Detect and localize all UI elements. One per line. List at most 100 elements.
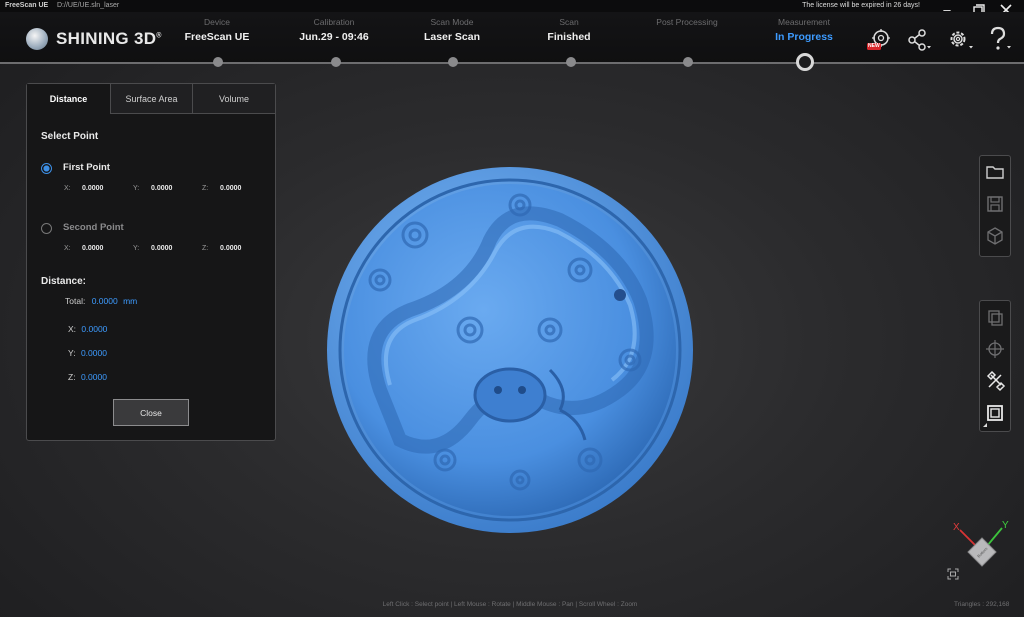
dragon-claw bbox=[614, 289, 626, 301]
step-value: In Progress bbox=[775, 31, 833, 43]
dz-value: 0.0000 bbox=[80, 372, 107, 382]
tab-volume[interactable]: Volume bbox=[192, 84, 275, 114]
step-dot-scan[interactable] bbox=[566, 57, 576, 67]
view-box-icon[interactable] bbox=[981, 399, 1009, 427]
mouse-hint: Left Click : Select point | Left Mouse :… bbox=[382, 601, 638, 608]
coord-label: Z: bbox=[202, 185, 209, 192]
dragon-eye-left bbox=[494, 386, 502, 394]
step-label: Scan bbox=[559, 17, 579, 27]
tools-glyph bbox=[986, 370, 1006, 392]
first-point-x: X: 0.0000 bbox=[64, 185, 103, 192]
distance-total: Total: 0.0000 mm bbox=[65, 296, 137, 306]
dx-value: 0.0000 bbox=[81, 324, 108, 334]
scanned-model-viewport[interactable] bbox=[320, 160, 700, 540]
y-axis-label: Y bbox=[1002, 520, 1009, 531]
gear-icon[interactable] bbox=[946, 26, 974, 54]
step-value: Finished bbox=[547, 31, 591, 43]
measurement-panel: Distance Surface Area Volume Select Poin… bbox=[26, 83, 276, 441]
step-scan[interactable]: Scan Finished bbox=[514, 17, 624, 44]
coord-value: 0.0000 bbox=[151, 185, 173, 192]
cube-glyph bbox=[987, 227, 1003, 245]
copy-view-icon[interactable] bbox=[981, 303, 1009, 331]
dragon-head bbox=[473, 367, 547, 423]
step-label: Device bbox=[204, 17, 230, 27]
coord-value: 0.0000 bbox=[220, 245, 242, 252]
step-label: Calibration bbox=[313, 17, 355, 27]
step-scan-mode[interactable]: Scan Mode Laser Scan bbox=[397, 17, 507, 44]
second-point-radio[interactable] bbox=[41, 223, 52, 234]
triangle-count: Triangles : 292,168 bbox=[954, 601, 1010, 608]
total-unit: mm bbox=[123, 296, 138, 306]
step-dot-calibration[interactable] bbox=[331, 57, 341, 67]
file-path: D://UE/UE.sln_laser bbox=[57, 2, 120, 9]
step-post-processing[interactable]: Post Processing bbox=[632, 17, 742, 30]
workflow-track bbox=[0, 62, 1024, 64]
tab-distance[interactable]: Distance bbox=[27, 84, 110, 114]
step-dot-post-processing[interactable] bbox=[683, 57, 693, 67]
app-name: FreeScan UE bbox=[5, 2, 49, 9]
new-badge: NEW bbox=[868, 43, 880, 49]
dx-label: X: bbox=[68, 324, 77, 334]
coord-label: X: bbox=[64, 245, 71, 252]
view-toolbar bbox=[979, 300, 1011, 432]
step-measurement[interactable]: Measurement In Progress bbox=[749, 17, 859, 44]
first-point-label[interactable]: First Point bbox=[63, 162, 110, 173]
help-icon[interactable] bbox=[986, 26, 1014, 54]
export-model-icon[interactable] bbox=[981, 222, 1009, 250]
close-button[interactable]: Close bbox=[113, 399, 189, 426]
step-dot-scan-mode[interactable] bbox=[448, 57, 458, 67]
tab-surface-area[interactable]: Surface Area bbox=[110, 84, 192, 114]
second-point-label[interactable]: Second Point bbox=[63, 222, 124, 233]
file-toolbar bbox=[979, 155, 1011, 257]
share-glyph bbox=[908, 29, 931, 51]
distance-y: Y: 0.0000 bbox=[68, 348, 107, 358]
dz-label: Z: bbox=[68, 372, 76, 382]
coord-value: 0.0000 bbox=[82, 185, 104, 192]
save-icon[interactable] bbox=[981, 190, 1009, 218]
measurement-tabs: Distance Surface Area Volume bbox=[27, 84, 275, 114]
gear-glyph bbox=[950, 31, 973, 49]
share-icon[interactable] bbox=[904, 26, 932, 54]
step-dot-measurement[interactable] bbox=[796, 53, 814, 71]
view-box-glyph bbox=[983, 405, 1003, 427]
step-calibration[interactable]: Calibration Jun.29 - 09:46 bbox=[279, 17, 389, 44]
first-point-z: Z: 0.0000 bbox=[202, 185, 241, 192]
step-device[interactable]: Device FreeScan UE bbox=[162, 17, 272, 44]
step-label: Measurement bbox=[778, 17, 830, 27]
second-point-x: X: 0.0000 bbox=[64, 245, 103, 252]
coord-value: 0.0000 bbox=[151, 245, 173, 252]
brand-name-text: SHINING 3D bbox=[56, 29, 157, 48]
first-point-radio[interactable] bbox=[41, 163, 52, 174]
folder-glyph bbox=[986, 166, 1004, 179]
distance-z: Z: 0.0000 bbox=[68, 372, 107, 382]
coord-label: Y: bbox=[133, 245, 140, 252]
second-point-y: Y: 0.0000 bbox=[133, 245, 172, 252]
status-bar: Left Click : Select point | Left Mouse :… bbox=[0, 599, 1024, 611]
step-label: Scan Mode bbox=[430, 17, 474, 27]
copy-glyph bbox=[988, 310, 1003, 326]
step-label: Post Processing bbox=[656, 17, 718, 27]
help-glyph bbox=[990, 26, 1011, 50]
coord-value: 0.0000 bbox=[220, 185, 242, 192]
model-new-icon[interactable]: NEW bbox=[866, 26, 894, 54]
workflow-header: SHINING 3D® Device FreeScan UE Calibrati… bbox=[0, 12, 1024, 64]
step-value: FreeScan UE bbox=[184, 31, 250, 43]
brand-registered: ® bbox=[156, 32, 162, 40]
open-folder-icon[interactable] bbox=[981, 158, 1009, 186]
tools-icon[interactable] bbox=[981, 367, 1009, 395]
x-axis-label: X bbox=[953, 522, 960, 533]
step-value: Laser Scan bbox=[423, 31, 481, 43]
coord-value: 0.0000 bbox=[82, 245, 104, 252]
total-value: 0.0000 bbox=[91, 296, 118, 306]
second-point-z: Z: 0.0000 bbox=[202, 245, 241, 252]
select-point-title: Select Point bbox=[41, 131, 99, 142]
fit-view-icon[interactable] bbox=[947, 568, 959, 580]
first-point-y: Y: 0.0000 bbox=[133, 185, 172, 192]
total-label: Total: bbox=[65, 296, 86, 306]
brand-mark-icon bbox=[26, 28, 48, 50]
step-value: Jun.29 - 09:46 bbox=[299, 31, 369, 43]
step-dot-device[interactable] bbox=[213, 57, 223, 67]
coord-label: X: bbox=[64, 185, 71, 192]
coord-label: Z: bbox=[202, 245, 209, 252]
target-icon[interactable] bbox=[981, 335, 1009, 363]
